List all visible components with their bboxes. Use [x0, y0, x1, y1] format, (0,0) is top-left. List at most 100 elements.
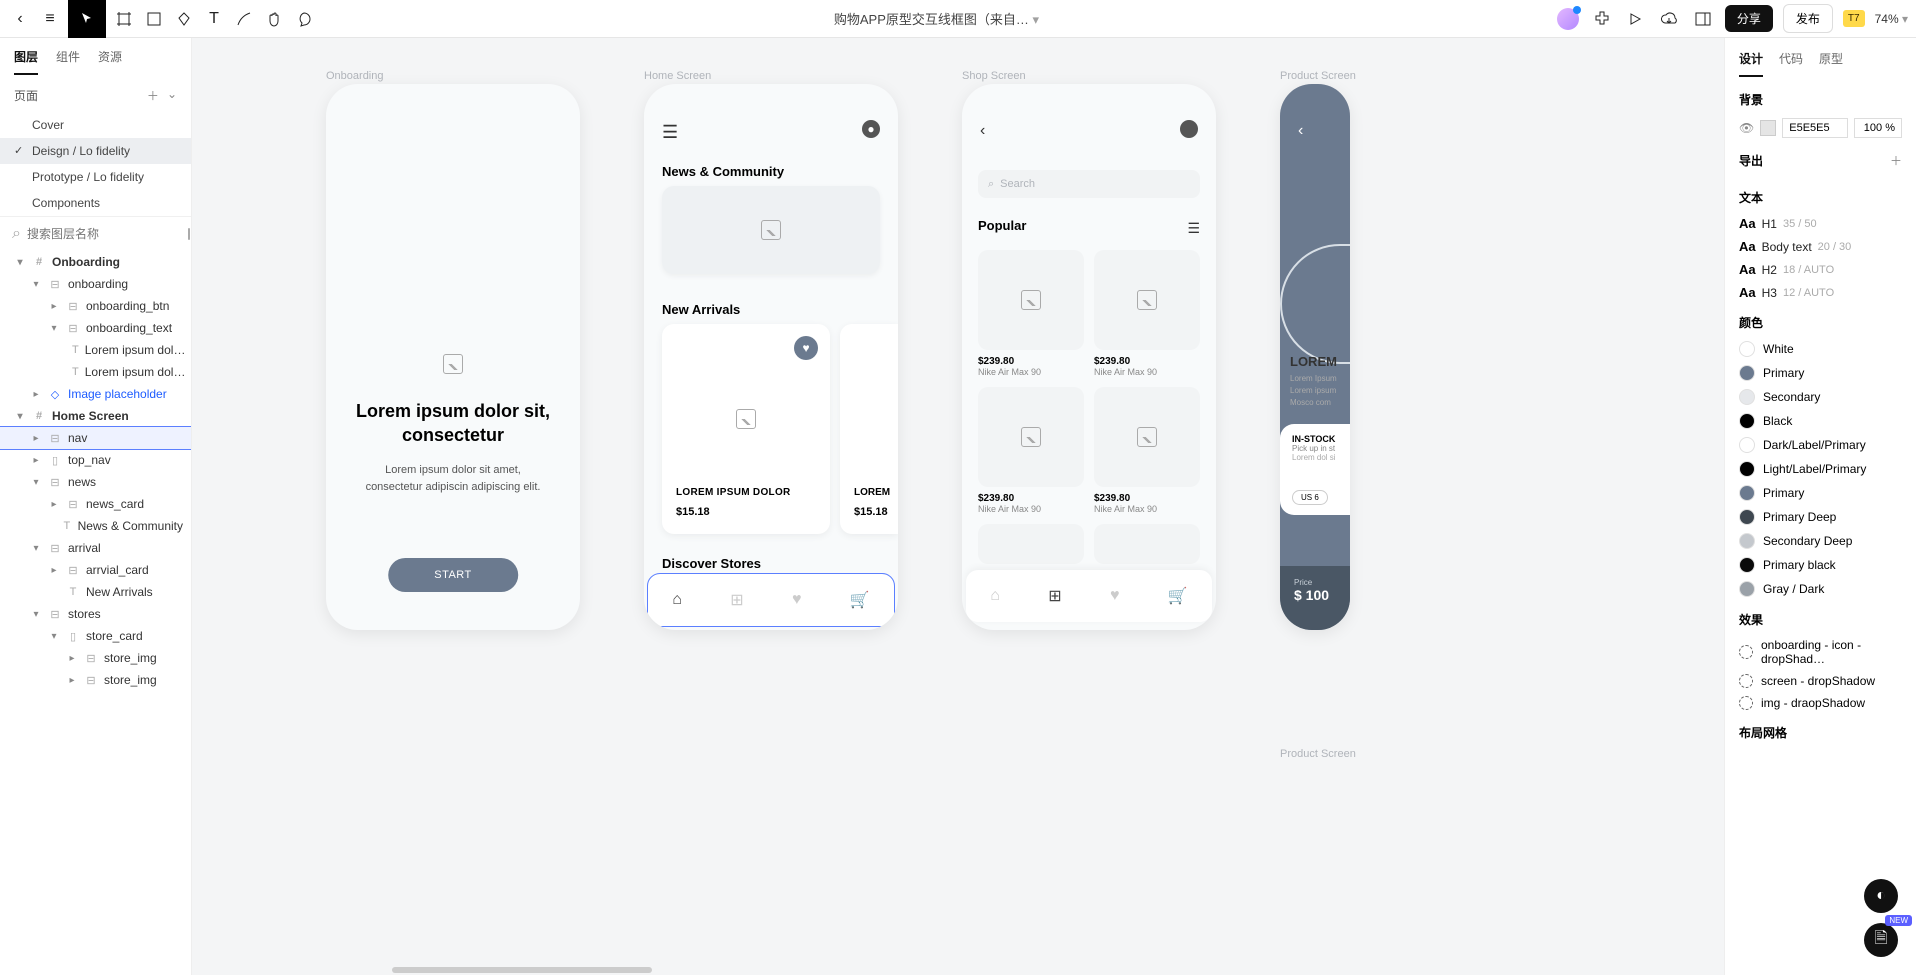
layer-news[interactable]: ▾⊟news [0, 471, 191, 493]
color-light-label-primary[interactable]: Light/Label/Primary [1725, 457, 1916, 481]
color-primary[interactable]: Primary [1725, 361, 1916, 385]
layer-new-arrivals[interactable]: TNew Arrivals [0, 581, 191, 603]
effect-img-shadow[interactable]: img - draopShadow [1725, 692, 1916, 714]
color-secondary-deep[interactable]: Secondary Deep [1725, 529, 1916, 553]
home-icon[interactable]: ⌂ [990, 587, 1000, 605]
frame2-label[interactable]: Home Screen [644, 70, 711, 82]
layer-lorem-2[interactable]: TLorem ipsum dol… [0, 361, 191, 383]
color-gray-dark[interactable]: Gray / Dark [1725, 577, 1916, 601]
grid-icon[interactable]: ⊞ [1048, 586, 1061, 606]
tab-code[interactable]: 代码 [1779, 50, 1803, 77]
text-style-h3[interactable]: AaH312 / AUTO [1725, 281, 1916, 304]
avatar-icon[interactable]: ● [862, 120, 880, 138]
page-item-components[interactable]: Components [0, 190, 191, 216]
tab-components[interactable]: 组件 [56, 48, 80, 75]
hand-tool[interactable] [262, 7, 286, 31]
product-card[interactable] [1094, 524, 1200, 564]
add-page-button[interactable]: ＋ [147, 87, 159, 104]
back-icon[interactable]: ‹ [1298, 122, 1303, 140]
grid-icon[interactable]: ⊞ [730, 590, 743, 610]
layer-arrival-card[interactable]: ▸⊟arrvial_card [0, 559, 191, 581]
layer-arrival[interactable]: ▾⊟arrival [0, 537, 191, 559]
arrival-card-2[interactable]: LOREM $15.18 [840, 324, 898, 534]
back-icon[interactable]: ‹ [980, 122, 985, 140]
frame-tool[interactable] [112, 7, 136, 31]
color-secondary[interactable]: Secondary [1725, 385, 1916, 409]
frame1-label[interactable]: Onboarding [326, 70, 384, 82]
page-item-design-lo[interactable]: Deisgn / Lo fidelity [0, 138, 191, 164]
color-black[interactable]: Black [1725, 409, 1916, 433]
move-tool[interactable] [68, 0, 106, 38]
back-button[interactable]: ‹ [8, 7, 32, 31]
publish-button[interactable]: 发布 [1783, 4, 1833, 33]
cart-icon[interactable]: 🛒 [850, 590, 870, 610]
horizontal-scrollbar[interactable] [392, 967, 652, 973]
layer-filter-toggle[interactable] [188, 228, 190, 240]
plan-badge[interactable]: T7 [1843, 10, 1865, 27]
rect-tool[interactable] [142, 7, 166, 31]
search-field[interactable]: ⌕Search [978, 170, 1200, 198]
avatar-icon[interactable] [1180, 120, 1198, 138]
page-item-prototype-lo[interactable]: Prototype / Lo fidelity [0, 164, 191, 190]
zoom-control[interactable]: 74% ▾ [1875, 12, 1908, 26]
color-primary-2[interactable]: Primary [1725, 481, 1916, 505]
layer-store-img-1[interactable]: ▸⊟store_img [0, 647, 191, 669]
present-button[interactable] [1623, 7, 1647, 31]
color-white[interactable]: White [1725, 337, 1916, 361]
heart-nav-icon[interactable]: ♥ [1110, 587, 1120, 605]
bg-opacity-input[interactable]: 100 % [1854, 118, 1902, 138]
tab-prototype[interactable]: 原型 [1819, 50, 1843, 77]
product-card[interactable] [978, 524, 1084, 564]
color-dark-label-primary[interactable]: Dark/Label/Primary [1725, 433, 1916, 457]
bg-hex-input[interactable]: E5E5E5 [1782, 118, 1848, 138]
tab-layers[interactable]: 图层 [14, 48, 38, 75]
theme-toggle-button[interactable]: ◐ [1864, 879, 1898, 913]
panel-toggle[interactable] [1691, 7, 1715, 31]
cloud-button[interactable] [1657, 7, 1681, 31]
start-button[interactable]: START [388, 558, 518, 592]
frame4b-label[interactable]: Product Screen [1280, 748, 1356, 760]
hamburger-icon[interactable]: ☰ [662, 122, 678, 143]
fill-tool[interactable] [172, 7, 196, 31]
color-primary-black[interactable]: Primary black [1725, 553, 1916, 577]
frame3-label[interactable]: Shop Screen [962, 70, 1026, 82]
layer-onboarding-text[interactable]: ▾⊟onboarding_text [0, 317, 191, 339]
bg-swatch[interactable] [1760, 120, 1776, 136]
page-item-cover[interactable]: Cover [0, 112, 191, 138]
bottom-nav[interactable]: ⌂ ⊞ ♥ 🛒 [966, 570, 1212, 622]
home-icon[interactable]: ⌂ [672, 591, 682, 609]
tab-assets[interactable]: 资源 [98, 48, 122, 75]
news-card[interactable] [662, 186, 880, 274]
home-screen[interactable]: ☰ ● News & Community New Arrivals ♥ LORE… [644, 84, 898, 630]
layer-onboarding-frame[interactable]: ▾#Onboarding [0, 251, 191, 273]
add-export-button[interactable]: ＋ [1890, 152, 1902, 169]
layer-search-input[interactable] [27, 227, 182, 241]
cart-icon[interactable]: 🛒 [1168, 586, 1188, 606]
heart-nav-icon[interactable]: ♥ [792, 591, 802, 609]
product-card[interactable]: $239.80 Nike Air Max 90 [978, 250, 1084, 377]
canvas[interactable]: Onboarding Lorem ipsum dolor sit, consec… [192, 38, 1724, 975]
shop-screen[interactable]: ‹ ⌕Search Popular ☰ $239.80 Nike Air Max… [962, 84, 1216, 630]
filter-icon[interactable]: ☰ [1187, 220, 1200, 237]
layer-nav[interactable]: ▸⊟nav [0, 427, 191, 449]
layer-top-nav[interactable]: ▸▯top_nav [0, 449, 191, 471]
text-style-h2[interactable]: AaH218 / AUTO [1725, 258, 1916, 281]
layer-store-img-2[interactable]: ▸⊟store_img [0, 669, 191, 691]
product-card[interactable]: $239.80 Nike Air Max 90 [1094, 387, 1200, 514]
product-card[interactable]: $239.80 Nike Air Max 90 [978, 387, 1084, 514]
onboarding-screen[interactable]: Lorem ipsum dolor sit, consectetur Lorem… [326, 84, 580, 630]
size-chip[interactable]: US 6 [1292, 490, 1328, 505]
layer-news-community[interactable]: TNews & Community [0, 515, 191, 537]
layer-onboarding-btn[interactable]: ▸⊟onboarding_btn [0, 295, 191, 317]
plugins-button[interactable] [1589, 7, 1613, 31]
effect-onboarding-shadow[interactable]: onboarding - icon - dropShad… [1725, 634, 1916, 670]
text-tool[interactable]: T [202, 7, 226, 31]
effect-screen-shadow[interactable]: screen - dropShadow [1725, 670, 1916, 692]
layer-onboarding-group[interactable]: ▾⊟onboarding [0, 273, 191, 295]
document-title[interactable]: 购物APP原型交互线框图（来自… ▾ [322, 9, 1551, 28]
arrival-card-1[interactable]: ♥ LOREM IPSUM DOLOR $15.18 [662, 324, 830, 534]
layer-homescreen-frame[interactable]: ▾#Home Screen [0, 405, 191, 427]
bottom-nav[interactable]: ⌂ ⊞ ♥ 🛒 [648, 574, 894, 626]
tab-design[interactable]: 设计 [1739, 50, 1763, 77]
frame4-label[interactable]: Product Screen [1280, 70, 1356, 82]
